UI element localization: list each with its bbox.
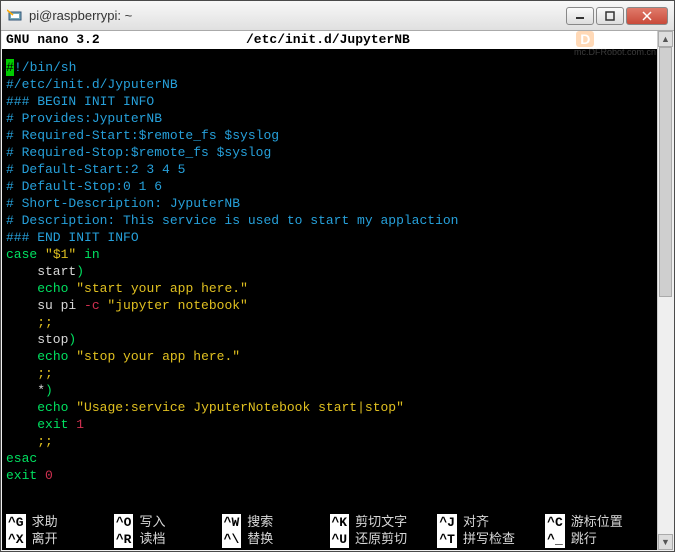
window: pi@raspberrypi: ~ GNU nano 3.2 /etc/init…: [0, 0, 675, 552]
shortcut-label: 替换: [247, 531, 273, 548]
shortcut-key: ^K: [330, 514, 350, 531]
code-line: ;;: [6, 314, 653, 331]
code-line: # Default-Start:2 3 4 5: [6, 161, 653, 178]
code-line: # Default-Stop:0 1 6: [6, 178, 653, 195]
code-line: ;;: [6, 433, 653, 450]
code-line: # Required-Stop:$remote_fs $syslog: [6, 144, 653, 161]
shortcut-key: ^\: [222, 531, 242, 548]
code-line: stop): [6, 331, 653, 348]
shortcut-item: ^C 游标位置: [545, 514, 653, 531]
nano-header: GNU nano 3.2 /etc/init.d/JupyterNB: [2, 31, 657, 49]
shortcut-item: ^R 读档: [114, 531, 222, 548]
shortcut-key: ^C: [545, 514, 565, 531]
shortcut-item: ^W 搜索: [222, 514, 330, 531]
shortcut-key: ^O: [114, 514, 134, 531]
code-line: echo "stop your app here.": [6, 348, 653, 365]
code-line: ### BEGIN INIT INFO: [6, 93, 653, 110]
shortcut-label: 读档: [139, 531, 165, 548]
shortcut-label: 还原剪切: [355, 531, 407, 548]
shortcut-item: ^G 求助: [6, 514, 114, 531]
shortcut-label: 搜索: [247, 514, 273, 531]
shortcut-label: 离开: [32, 531, 58, 548]
code-line: *): [6, 382, 653, 399]
code-line: esac: [6, 450, 653, 467]
code-line: #!/bin/sh: [6, 59, 653, 76]
shortcut-key: ^W: [222, 514, 242, 531]
shortcut-label: 求助: [32, 514, 58, 531]
shortcut-label: 对齐: [463, 514, 489, 531]
shortcut-label: 游标位置: [571, 514, 623, 531]
putty-icon: [7, 8, 23, 24]
terminal[interactable]: GNU nano 3.2 /etc/init.d/JupyterNB #!/bi…: [2, 31, 657, 550]
shortcut-key: ^R: [114, 531, 134, 548]
code-line: # Provides:JyputerNB: [6, 110, 653, 127]
shortcut-item: ^X 离开: [6, 531, 114, 548]
scroll-down-button[interactable]: ▼: [658, 534, 673, 550]
shortcut-key: ^T: [437, 531, 457, 548]
shortcut-key: ^_: [545, 531, 565, 548]
shortcut-label: 剪切文字: [355, 514, 407, 531]
shortcut-key: ^J: [437, 514, 457, 531]
maximize-button[interactable]: [596, 7, 624, 25]
shortcut-item: ^_ 跳行: [545, 531, 653, 548]
shortcut-label: 写入: [139, 514, 165, 531]
code-line: # Description: This service is used to s…: [6, 212, 653, 229]
code-line: ### END INIT INFO: [6, 229, 653, 246]
code-line: # Required-Start:$remote_fs $syslog: [6, 127, 653, 144]
code-line: #/etc/init.d/JyputerNB: [6, 76, 653, 93]
shortcut-item: ^U 还原剪切: [330, 531, 438, 548]
code-line: ;;: [6, 365, 653, 382]
code-line: su pi -c "jupyter notebook": [6, 297, 653, 314]
code-line: # Short-Description: JyputerNB: [6, 195, 653, 212]
nano-shortcuts: ^G 求助 ^O 写入 ^W 搜索 ^K 剪切文字 ^J 对齐 ^C 游标位置 ^X 离开 ^R 读档 ^\ 替换…: [6, 514, 653, 548]
nano-app-name: GNU nano 3.2: [6, 31, 246, 49]
code-line: case "$1" in: [6, 246, 653, 263]
nano-file-path: /etc/init.d/JupyterNB: [246, 31, 653, 49]
shortcut-item: ^K 剪切文字: [330, 514, 438, 531]
minimize-button[interactable]: [566, 7, 594, 25]
code-line: echo "Usage:service JyputerNotebook star…: [6, 399, 653, 416]
close-button[interactable]: [626, 7, 668, 25]
shortcut-item: ^\ 替换: [222, 531, 330, 548]
shortcut-key: ^X: [6, 531, 26, 548]
window-title: pi@raspberrypi: ~: [29, 8, 566, 23]
shortcut-item: ^O 写入: [114, 514, 222, 531]
shortcut-item: ^T 拼写检查: [437, 531, 545, 548]
scroll-thumb[interactable]: [659, 47, 672, 297]
code-line: exit 0: [6, 467, 653, 484]
code-line: start): [6, 263, 653, 280]
scrollbar[interactable]: ▲ ▼: [657, 31, 673, 550]
code-line: echo "start your app here.": [6, 280, 653, 297]
code-line: exit 1: [6, 416, 653, 433]
scroll-up-button[interactable]: ▲: [658, 31, 673, 47]
shortcut-item: ^J 对齐: [437, 514, 545, 531]
shortcut-label: 拼写检查: [463, 531, 515, 548]
titlebar[interactable]: pi@raspberrypi: ~: [1, 1, 674, 31]
shortcut-label: 跳行: [571, 531, 597, 548]
editor-content[interactable]: #!/bin/sh#/etc/init.d/JyputerNB### BEGIN…: [2, 49, 657, 486]
window-buttons: [566, 7, 668, 25]
shortcut-key: ^U: [330, 531, 350, 548]
shortcut-key: ^G: [6, 514, 26, 531]
